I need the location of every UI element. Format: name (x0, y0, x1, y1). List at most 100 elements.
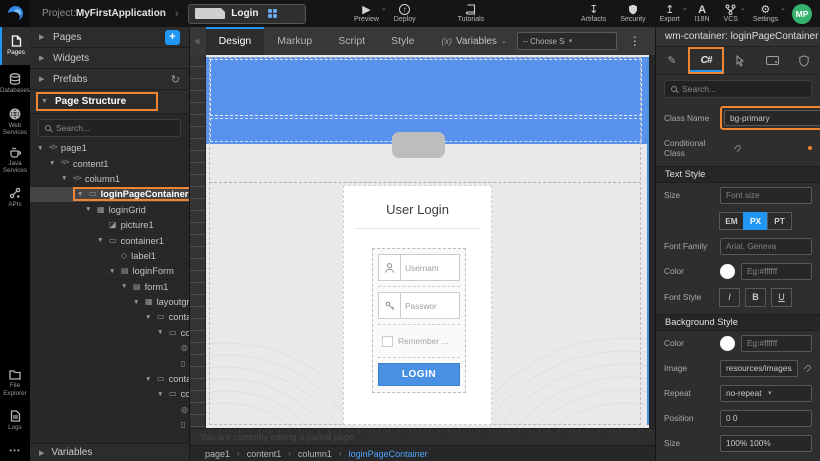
background-position-input[interactable] (720, 410, 812, 427)
tree-node-loginForm[interactable]: ▼▤loginForm (30, 264, 189, 279)
style-search-input[interactable] (682, 84, 805, 94)
background-color-input[interactable] (741, 335, 812, 352)
variables-button[interactable]: (x) Variables ⌄ (441, 36, 506, 47)
tree-node-layoutgrid2[interactable]: ▼▦layoutgrid2 (30, 295, 189, 310)
breadcrumb-loginPageContainer[interactable]: loginPageContainer (349, 449, 428, 459)
rail-item-java-services[interactable]: Java Services (0, 141, 30, 179)
translate-icon: A (698, 4, 706, 15)
page-canvas[interactable]: User Login Usernam (206, 55, 649, 428)
artifacts-button[interactable]: ↧ Artifacts (574, 0, 613, 27)
login-form[interactable]: Usernam Passwor (372, 248, 466, 393)
unit-pt-button[interactable]: PT (767, 212, 792, 230)
tab-device[interactable] (756, 47, 788, 74)
rail-item-databases[interactable]: Databases (0, 65, 30, 103)
tab-style[interactable]: Style (378, 27, 427, 55)
tree-node-username-input[interactable]: ▯j_us (30, 356, 189, 371)
tab-design[interactable]: Design (206, 27, 265, 55)
orange-dot-indicator (808, 146, 812, 150)
remember-me-checkbox[interactable] (382, 336, 393, 347)
i18n-button[interactable]: A I18N (688, 0, 717, 27)
rail-item-web-services[interactable]: Web Services (0, 103, 30, 141)
tree-node-column1[interactable]: ▼</>column1 (30, 172, 189, 187)
tab-styles[interactable]: C# (688, 47, 724, 74)
tree-node-loginGrid[interactable]: ▼▦loginGrid (30, 203, 189, 218)
collapse-left-icon[interactable]: « (190, 36, 206, 47)
tree-node-page1[interactable]: ▼</>page1 (30, 141, 189, 156)
tab-script[interactable]: Script (325, 27, 378, 55)
tab-events[interactable] (724, 47, 756, 74)
container-icon: ▭ (89, 190, 97, 198)
underline-button[interactable]: U (771, 288, 792, 307)
tree-node-container[interactable]: ▼▭contain (30, 372, 189, 387)
container-icon: ▭ (157, 375, 165, 383)
page-switcher-icon[interactable] (268, 9, 299, 18)
tab-security[interactable] (788, 47, 820, 74)
deploy-icon: ↑ (399, 4, 410, 15)
rail-item-file-explorer[interactable]: File Explorer (0, 364, 30, 402)
unit-em-button[interactable]: EM (719, 212, 744, 230)
tutorials-button[interactable]: Tutorials (451, 0, 492, 27)
tree-node-container1[interactable]: ▼▭container1 (30, 233, 189, 248)
security-button[interactable]: Security (613, 0, 652, 27)
properties-tabs: ✎ C# (656, 47, 820, 75)
logo-picture-placeholder[interactable] (392, 132, 445, 158)
rail-item-apis[interactable]: APIs (0, 179, 30, 217)
code-icon: </> (73, 176, 81, 183)
login-button[interactable]: LOGIN (378, 363, 460, 386)
background-repeat-select[interactable]: no-repeat ▾ (720, 385, 812, 402)
tree-node-form1[interactable]: ▼▤form1 (30, 280, 189, 295)
background-image-input[interactable] (720, 360, 798, 377)
avatar[interactable]: MP (792, 4, 812, 24)
font-size-input[interactable] (720, 187, 812, 204)
more-options-icon[interactable]: ••• (0, 440, 30, 461)
class-name-input[interactable] (724, 110, 820, 126)
tree-node-picture1[interactable]: ◪picture1 (30, 218, 189, 233)
font-family-input[interactable] (720, 238, 812, 255)
input-widget-icon: ▯ (181, 421, 185, 429)
tree-node-loginPageContainer[interactable]: ▼▭loginPageContainer (30, 187, 189, 202)
accordion-widgets[interactable]: ▶ Widgets (30, 48, 189, 69)
login-card[interactable]: User Login Usernam (343, 185, 492, 425)
accordion-page-structure[interactable]: ▼ Page Structure (30, 90, 189, 114)
tree-node-container[interactable]: ▼▭con (30, 326, 189, 341)
text-color-input[interactable] (741, 263, 812, 280)
accordion-pages[interactable]: ▶ Pages (30, 27, 189, 48)
structure-search-input[interactable] (56, 123, 174, 133)
tree-node-label1[interactable]: ◇label1 (30, 249, 189, 264)
page-tab-login[interactable]: Login (188, 4, 306, 24)
tree-node-content1[interactable]: ▼</>content1 (30, 156, 189, 171)
tree-node-container[interactable]: ▼▭con (30, 387, 189, 402)
accordion-variables[interactable]: ▶ Variables (30, 443, 189, 461)
breadcrumb-page1[interactable]: page1 (205, 449, 230, 459)
more-menu-icon[interactable]: ⋮ (625, 34, 645, 48)
accordion-prefabs[interactable]: ▶ Prefabs (30, 69, 189, 90)
paperclip-icon[interactable]: ⊃ (731, 142, 745, 156)
add-page-button[interactable] (165, 30, 180, 45)
tree-node-icon[interactable]: ◎ico (30, 341, 189, 356)
login-page-header-container[interactable] (206, 57, 647, 144)
tree-node-icon[interactable]: ◎ico (30, 403, 189, 418)
selection-dashed-border (210, 59, 642, 116)
screen-size-select[interactable]: -- Choose Screen Size -- ▾ (517, 32, 617, 50)
breadcrumb-content1[interactable]: content1 (247, 449, 282, 459)
unit-px-button[interactable]: PX (743, 212, 768, 230)
background-color-swatch[interactable] (720, 336, 735, 351)
rail-item-logs[interactable]: Logs (0, 402, 30, 440)
background-size-input[interactable] (720, 435, 812, 452)
rail-item-pages[interactable]: Pages (0, 27, 30, 65)
settings-dropdown-icon[interactable]: ⌄ (780, 4, 786, 12)
text-color-swatch[interactable] (720, 264, 735, 279)
tree-node-password-input[interactable]: ▯j_p (30, 418, 189, 433)
paperclip-icon[interactable]: ⊃ (801, 361, 815, 375)
username-input[interactable]: Usernam (401, 254, 460, 281)
italic-button[interactable]: I (719, 288, 740, 307)
deploy-button[interactable]: ↑ Deploy (387, 0, 423, 27)
breadcrumb-column1[interactable]: column1 (298, 449, 332, 459)
tree-node-container[interactable]: ▼▭contain (30, 310, 189, 325)
wavemaker-logo[interactable] (0, 0, 30, 27)
refresh-icon[interactable] (171, 73, 180, 86)
bold-button[interactable]: B (745, 288, 766, 307)
tab-markup[interactable]: Markup (264, 27, 325, 55)
password-input[interactable]: Passwor (401, 292, 460, 319)
tab-properties[interactable]: ✎ (656, 47, 688, 74)
